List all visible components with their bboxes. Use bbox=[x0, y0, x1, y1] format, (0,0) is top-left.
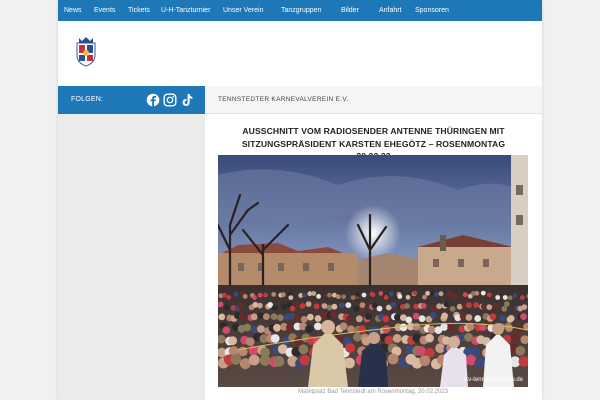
post-photo[interactable]: tkv-tennstedt-helau.de bbox=[218, 155, 528, 387]
breadcrumb-bar: TENNSTEDTER KARNEVALVEREIN E.V. bbox=[205, 86, 542, 114]
nav-item-sponsoren[interactable]: Sponsoren bbox=[415, 0, 449, 21]
nav-item-tanzturnier[interactable]: U-H-Tanzturnier bbox=[161, 0, 210, 21]
nav-item-anfahrt[interactable]: Anfahrt bbox=[379, 0, 402, 21]
nav-item-events[interactable]: Events bbox=[94, 0, 115, 21]
carnival-crowd-photo: tkv-tennstedt-helau.de bbox=[218, 155, 528, 387]
page: News Events Tickets U-H-Tanzturnier Unse… bbox=[58, 0, 542, 400]
site-header bbox=[58, 21, 542, 86]
nav-item-bilder[interactable]: Bilder bbox=[341, 0, 359, 21]
nav-item-unser-verein[interactable]: Unser Verein bbox=[223, 0, 263, 21]
photo-caption: Marktplatz Bad Tennstedt am Rosenmontag,… bbox=[298, 389, 448, 395]
nav-item-tickets[interactable]: Tickets bbox=[128, 0, 150, 21]
sidebar: FOLGEN: bbox=[58, 86, 205, 400]
photo-credit: tkv-tennstedt-helau.de bbox=[464, 377, 524, 383]
club-logo[interactable] bbox=[74, 37, 98, 67]
follow-bar: FOLGEN: bbox=[58, 86, 205, 114]
main-content: TENNSTEDTER KARNEVALVEREIN E.V. AUSSCHNI… bbox=[205, 86, 542, 400]
follow-label: FOLGEN: bbox=[71, 96, 104, 103]
breadcrumb[interactable]: TENNSTEDTER KARNEVALVEREIN E.V. bbox=[218, 86, 349, 113]
post-title-line-1: AUSSCHNITT VOM RADIOSENDER ANTENNE THÜRI… bbox=[242, 126, 505, 136]
nav-item-news[interactable]: News bbox=[64, 0, 82, 21]
facebook-icon[interactable] bbox=[146, 93, 160, 107]
instagram-icon[interactable] bbox=[163, 93, 177, 107]
nav-item-tanzgruppen[interactable]: Tanzgruppen bbox=[281, 0, 321, 21]
top-navigation: News Events Tickets U-H-Tanzturnier Unse… bbox=[58, 0, 542, 21]
tiktok-icon[interactable] bbox=[180, 93, 194, 107]
